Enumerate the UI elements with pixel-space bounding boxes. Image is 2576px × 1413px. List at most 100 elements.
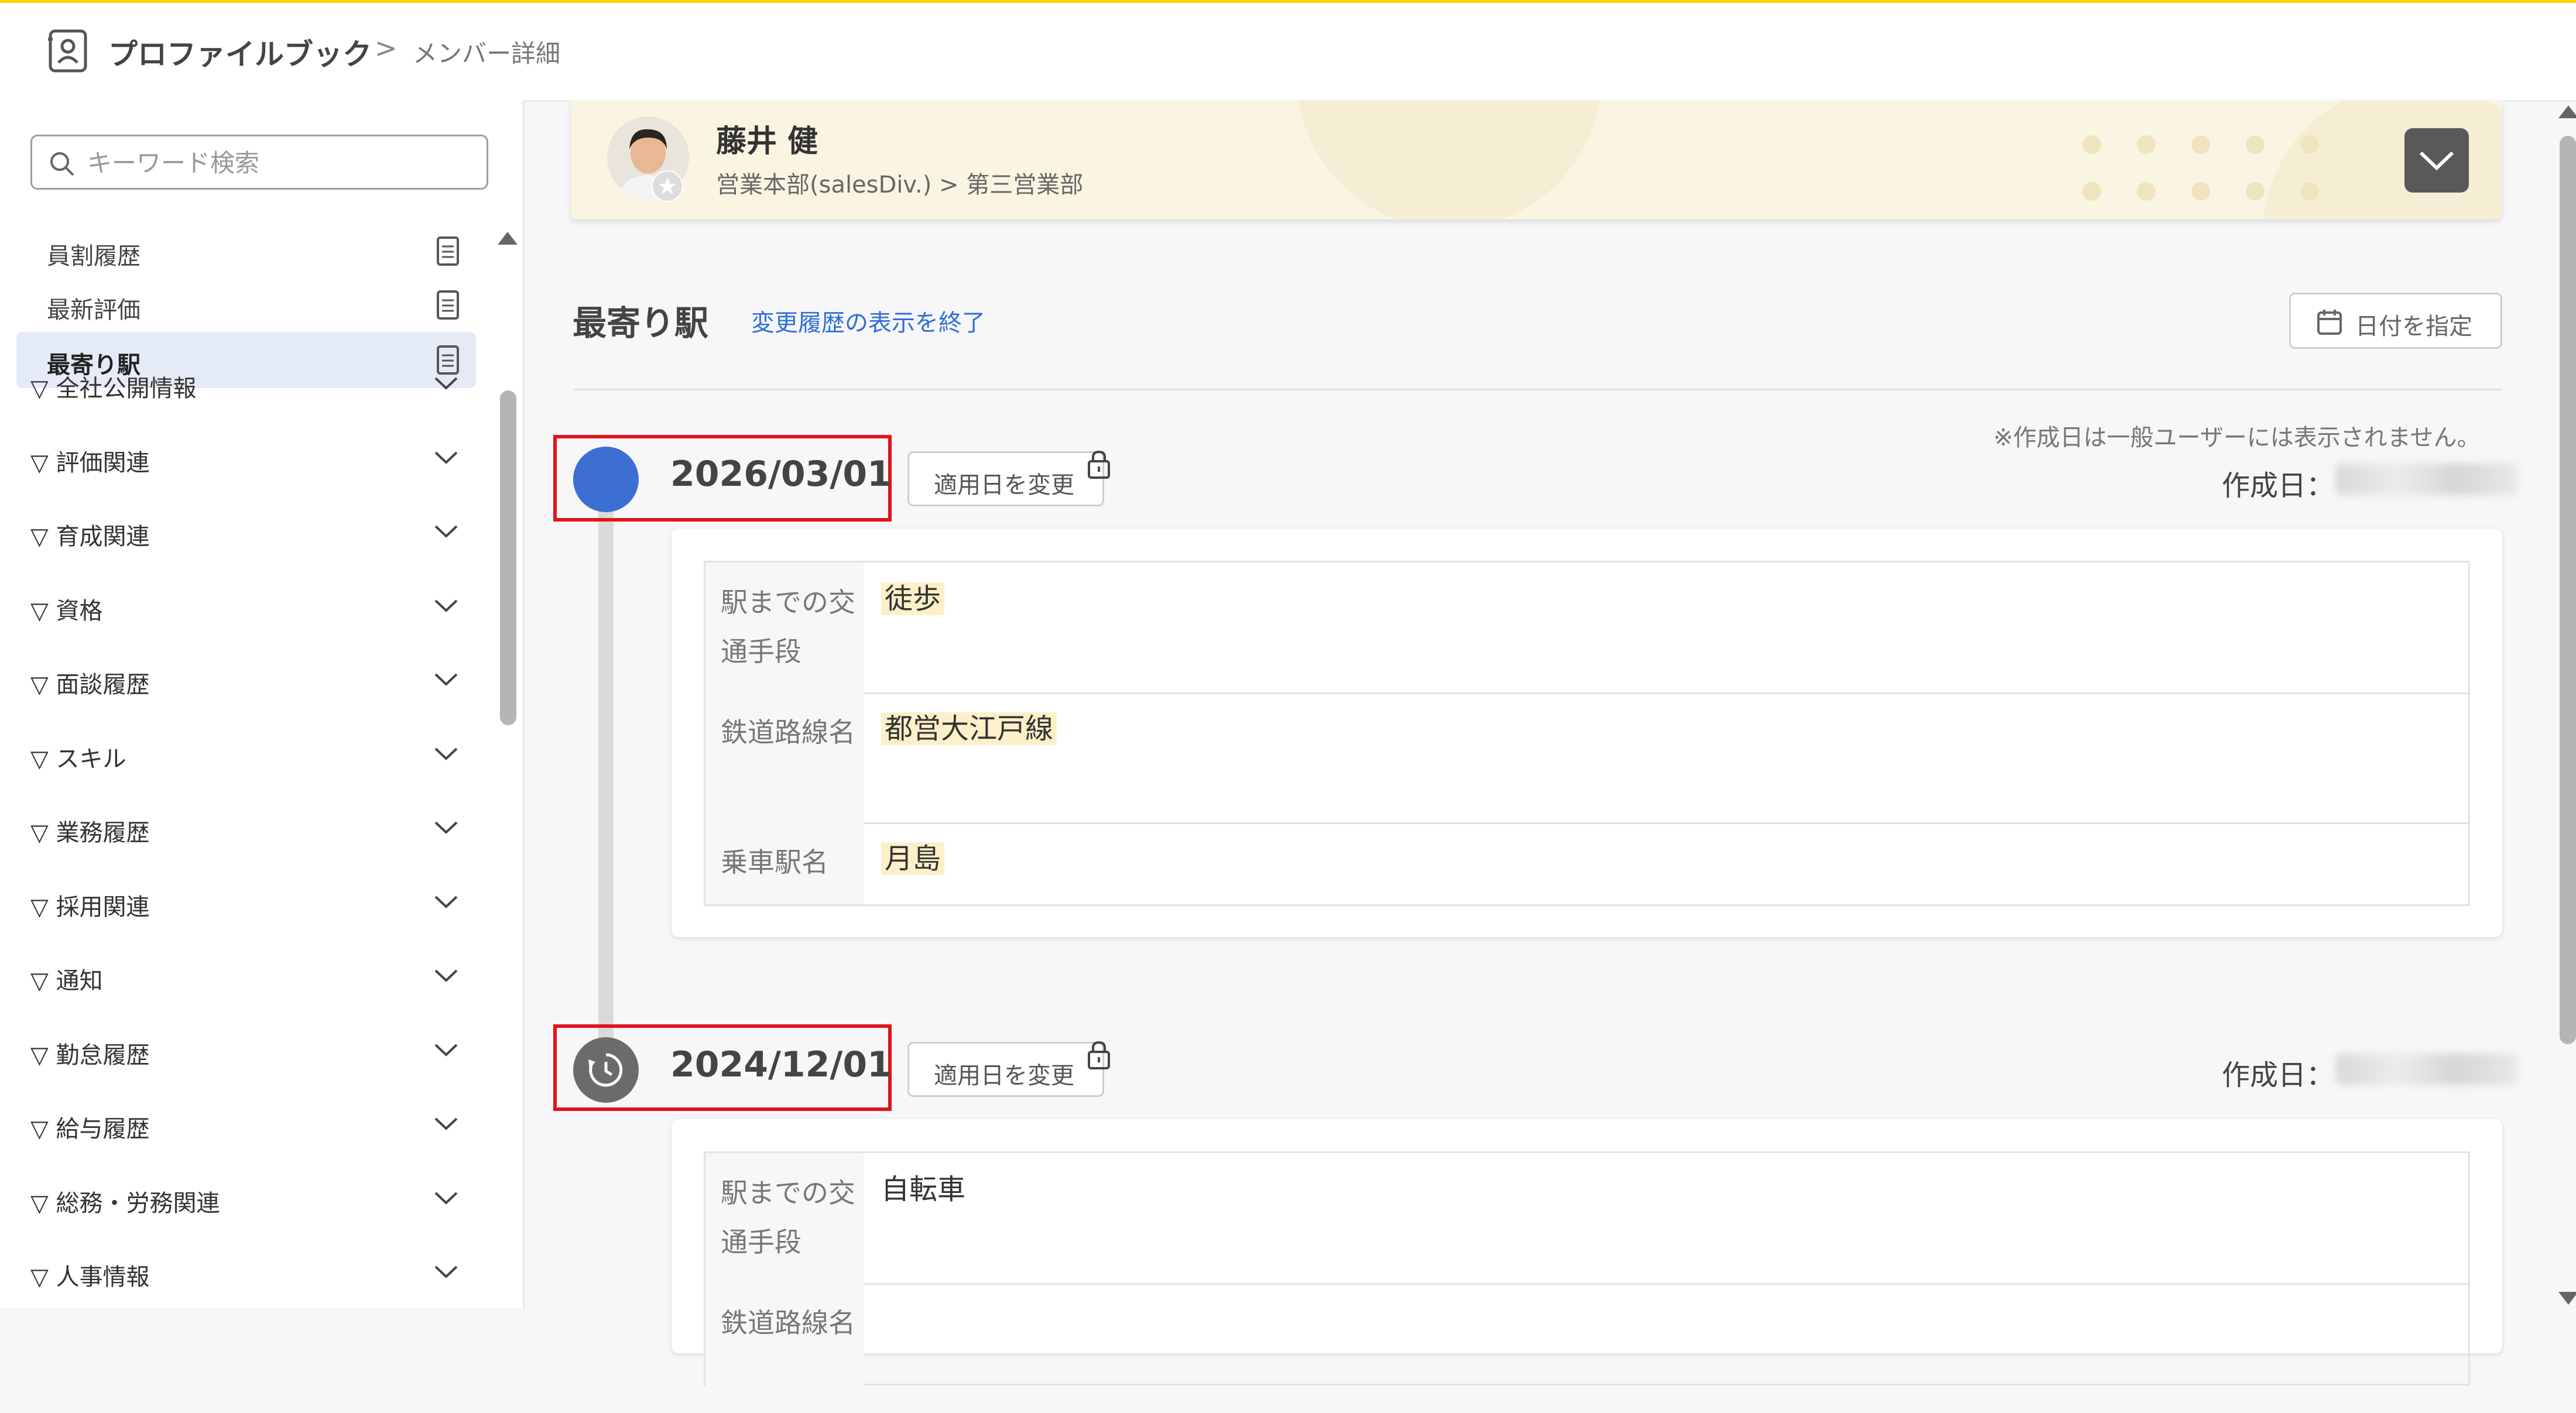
sidebar-group-label: ▽ 給与履歴 xyxy=(30,1116,150,1143)
chevron-down-icon xyxy=(434,821,458,834)
sidebar-subitem-latest-evaluation[interactable]: 最新評価 xyxy=(16,277,476,333)
search-icon xyxy=(50,152,74,176)
chevron-down-icon xyxy=(434,969,458,982)
sidebar-group-label: ▽ 勤怠履歴 xyxy=(30,1041,150,1069)
sidebar-group-label: ▽ 通知 xyxy=(30,968,103,994)
table-row: 駅までの交通手段 自転車 xyxy=(705,1153,2468,1285)
chevron-down-icon xyxy=(434,1265,458,1278)
end-history-view-link[interactable]: 変更履歴の表示を終了 xyxy=(751,304,985,338)
field-value-text: 都営大江戸線 xyxy=(881,712,1057,745)
specify-date-button[interactable]: 日付を指定 xyxy=(2289,293,2502,349)
timeline-line xyxy=(598,498,614,1039)
chevron-down-icon xyxy=(434,599,458,612)
sidebar-group-4[interactable]: ▽ 面談履歴 xyxy=(0,644,480,718)
sidebar-group-12[interactable]: ▽ 人事情報 xyxy=(0,1237,480,1308)
sidebar-group-2[interactable]: ▽ 育成関連 xyxy=(0,496,480,570)
search-input[interactable] xyxy=(86,146,475,180)
favorite-star-icon[interactable] xyxy=(652,170,683,202)
field-key: 鉄道路線名 xyxy=(705,1283,864,1413)
document-icon xyxy=(437,290,459,320)
field-value-text: 月島 xyxy=(881,842,945,875)
chevron-down-icon xyxy=(434,673,458,686)
entry-date: 2026/03/01 xyxy=(670,454,892,495)
sidebar-scrollbar-thumb[interactable] xyxy=(500,390,516,725)
sidebar: 員割履歴 最新評価 最寄り駅 ▽ 全社公開情報▽ 評価関連▽ 育成関連▽ 資格▽… xyxy=(0,100,525,1308)
app-title[interactable]: プロファイルブック xyxy=(108,31,372,73)
created-date-value-blurred xyxy=(2336,464,2517,495)
sidebar-group-label: ▽ 全社公開情報 xyxy=(30,375,197,402)
profile-department: 営業本部(salesDiv.) > 第三営業部 xyxy=(716,172,1084,198)
profile-expand-button[interactable] xyxy=(2404,128,2469,193)
sidebar-group-label: ▽ 人事情報 xyxy=(30,1264,150,1291)
field-key: 駅までの交通手段 xyxy=(705,563,864,692)
field-value: 都営大江戸線 xyxy=(881,710,1057,747)
timeline-past-dot xyxy=(573,1037,639,1103)
field-table: 駅までの交通手段 自転車 鉄道路線名 xyxy=(704,1151,2470,1413)
change-apply-date-button[interactable]: 適用日を変更 xyxy=(907,1042,1104,1097)
main-scroll-down-arrow[interactable] xyxy=(2558,1292,2576,1305)
sidebar-group-9[interactable]: ▽ 勤怠履歴 xyxy=(0,1015,480,1089)
created-date-label: 作成日： xyxy=(2222,1059,2335,1092)
lock-icon xyxy=(1088,1041,1110,1069)
created-date-note: ※作成日は一般ユーザーには表示されません。 xyxy=(1993,424,2481,451)
sidebar-group-label: ▽ 総務・労務関連 xyxy=(30,1189,220,1217)
sidebar-group-label: ▽ 面談履歴 xyxy=(30,671,150,698)
sidebar-group-10[interactable]: ▽ 給与履歴 xyxy=(0,1089,480,1162)
section-title: 最寄り駅 xyxy=(573,303,709,343)
chevron-down-icon xyxy=(434,377,458,390)
sidebar-group-0[interactable]: ▽ 全社公開情報 xyxy=(0,348,480,422)
sidebar-group-1[interactable]: ▽ 評価関連 xyxy=(0,423,480,496)
document-icon xyxy=(437,236,459,266)
field-key: 鉄道路線名 xyxy=(705,692,864,822)
sidebar-group-5[interactable]: ▽ スキル xyxy=(0,719,480,793)
field-value: 月島 xyxy=(881,840,945,877)
profile-book-icon xyxy=(48,29,87,73)
sidebar-group-7[interactable]: ▽ 採用関連 xyxy=(0,867,480,941)
table-row: 乗車駅名 月島 xyxy=(705,822,2468,904)
change-apply-date-label: 適用日を変更 xyxy=(934,1062,1074,1089)
field-value-text: 自転車 xyxy=(881,1173,966,1206)
chevron-down-icon xyxy=(434,896,458,908)
search-box[interactable] xyxy=(30,135,488,190)
field-table: 駅までの交通手段 徒歩 鉄道路線名 都営大江戸線 乗車駅名 月島 xyxy=(704,561,2470,906)
list-fade xyxy=(0,211,503,235)
breadcrumb-separator: > xyxy=(375,32,398,64)
field-key: 駅までの交通手段 xyxy=(705,1153,864,1283)
table-row: 鉄道路線名 xyxy=(705,1283,2468,1413)
field-value: 徒歩 xyxy=(881,580,945,618)
chevron-down-icon xyxy=(434,525,458,538)
section-divider xyxy=(574,389,2502,390)
sidebar-group-8[interactable]: ▽ 通知 xyxy=(0,941,480,1014)
decorative-dots xyxy=(2082,135,2319,201)
table-row: 鉄道路線名 都営大江戸線 xyxy=(705,692,2468,824)
chevron-down-icon xyxy=(434,451,458,464)
calendar-icon xyxy=(2317,310,2342,335)
profile-banner: 藤井 健 営業本部(salesDiv.) > 第三営業部 xyxy=(571,100,2502,220)
change-apply-date-button[interactable]: 適用日を変更 xyxy=(907,451,1104,506)
app-header: プロファイルブック > メンバー詳細 xyxy=(0,3,2576,102)
entry-card: 駅までの交通手段 自転車 鉄道路線名 xyxy=(672,1119,2502,1413)
specify-date-label: 日付を指定 xyxy=(2355,313,2472,340)
change-apply-date-label: 適用日を変更 xyxy=(934,472,1074,499)
sidebar-group-label: ▽ 業務履歴 xyxy=(30,819,150,846)
sidebar-group-label: ▽ スキル xyxy=(30,745,126,773)
sidebar-group-6[interactable]: ▽ 業務履歴 xyxy=(0,793,480,866)
main-scrollbar-thumb[interactable] xyxy=(2560,136,2576,1044)
sidebar-group-3[interactable]: ▽ 資格 xyxy=(0,571,480,644)
sidebar-group-label: ▽ 資格 xyxy=(30,597,103,625)
field-key: 乗車駅名 xyxy=(705,822,864,904)
chevron-down-icon xyxy=(434,1192,458,1205)
chevron-down-icon xyxy=(434,1117,458,1130)
sidebar-group-11[interactable]: ▽ 総務・労務関連 xyxy=(0,1163,480,1237)
created-date-label: 作成日： xyxy=(2222,469,2335,502)
created-date-value-blurred xyxy=(2336,1054,2517,1085)
chevron-down-icon xyxy=(2419,151,2454,171)
history-icon xyxy=(588,1053,623,1087)
sidebar-group-label: ▽ 採用関連 xyxy=(30,893,150,921)
chevron-down-icon xyxy=(434,747,458,760)
sidebar-scroll-up-arrow[interactable] xyxy=(498,232,518,245)
main-scroll-up-arrow[interactable] xyxy=(2558,105,2576,118)
field-value-text: 徒歩 xyxy=(881,582,945,615)
profile-name: 藤井 健 xyxy=(716,124,818,159)
entry-card: 駅までの交通手段 徒歩 鉄道路線名 都営大江戸線 乗車駅名 月島 xyxy=(672,529,2502,937)
